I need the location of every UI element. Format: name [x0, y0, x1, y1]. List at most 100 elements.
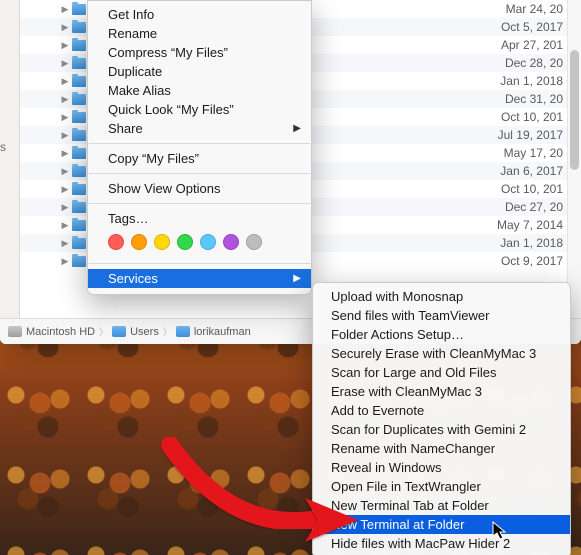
tag-color[interactable]	[131, 234, 147, 250]
folder-icon	[72, 22, 86, 33]
disclosure-arrow-icon[interactable]: ▶	[60, 94, 70, 105]
date-cell: May 17, 20	[504, 146, 563, 160]
services-item[interactable]: Folder Actions Setup…	[313, 325, 570, 344]
date-cell: Oct 9, 2017	[501, 254, 563, 268]
disclosure-arrow-icon[interactable]: ▶	[60, 166, 70, 177]
menu-item-services[interactable]: Services ▶	[88, 269, 311, 288]
services-item[interactable]: Add to Evernote	[313, 401, 570, 420]
disclosure-arrow-icon[interactable]: ▶	[60, 40, 70, 51]
tag-color[interactable]	[108, 234, 124, 250]
date-cell: Dec 31, 20	[505, 92, 563, 106]
date-cell: Apr 27, 201	[501, 38, 563, 52]
path-seg-2[interactable]: Users	[130, 326, 159, 338]
folder-icon	[72, 40, 86, 51]
date-cell: May 7, 2014	[497, 218, 563, 232]
date-cell: Mar 24, 20	[506, 2, 563, 16]
date-cell: Jan 6, 2017	[500, 164, 563, 178]
folder-icon	[72, 184, 86, 195]
context-menu: Get InfoRenameCompress “My Files”Duplica…	[87, 0, 312, 295]
menu-label: Share	[108, 121, 143, 136]
menu-separator	[89, 203, 310, 204]
path-seg-1[interactable]: Macintosh HD	[26, 326, 95, 338]
disclosure-arrow-icon[interactable]: ▶	[60, 202, 70, 213]
folder-icon	[72, 220, 86, 231]
chevron-right-icon: ▶	[293, 123, 301, 134]
menu-label: Services	[108, 271, 158, 286]
services-item[interactable]: Scan for Duplicates with Gemini 2	[313, 420, 570, 439]
services-item[interactable]: Securely Erase with CleanMyMac 3	[313, 344, 570, 363]
services-item[interactable]: Reveal in Windows	[313, 458, 570, 477]
disclosure-arrow-icon[interactable]: ▶	[60, 148, 70, 159]
scrollbar-track[interactable]	[567, 0, 581, 318]
services-item[interactable]: Rename with NameChanger	[313, 439, 570, 458]
folder-icon	[72, 148, 86, 159]
tag-color[interactable]	[223, 234, 239, 250]
menu-label: Copy “My Files”	[108, 151, 199, 166]
disclosure-arrow-icon[interactable]: ▶	[60, 130, 70, 141]
disk-icon	[8, 326, 22, 337]
menu-item[interactable]: Quick Look “My Files”	[88, 100, 311, 119]
menu-item[interactable]: Make Alias	[88, 81, 311, 100]
menu-item[interactable]: Duplicate	[88, 62, 311, 81]
disclosure-arrow-icon[interactable]: ▶	[60, 22, 70, 33]
date-cell: Jan 1, 2018	[500, 74, 563, 88]
home-folder-icon	[176, 326, 190, 337]
chevron-right-icon: 〉	[163, 325, 172, 338]
services-item[interactable]: Erase with CleanMyMac 3	[313, 382, 570, 401]
sidebar-sliver: s	[0, 0, 20, 344]
menu-item-copy[interactable]: Copy “My Files”	[88, 149, 311, 168]
tag-color-row	[88, 228, 311, 258]
menu-separator	[89, 173, 310, 174]
folder-icon	[72, 130, 86, 141]
tag-color[interactable]	[177, 234, 193, 250]
date-cell: Dec 28, 20	[505, 56, 563, 70]
date-cell: Oct 5, 2017	[501, 20, 563, 34]
services-item[interactable]: New Terminal at Folder	[313, 515, 570, 534]
disclosure-arrow-icon[interactable]: ▶	[60, 58, 70, 69]
services-item[interactable]: Scan for Large and Old Files	[313, 363, 570, 382]
menu-item-show-view-options[interactable]: Show View Options	[88, 179, 311, 198]
menu-separator	[89, 143, 310, 144]
folder-icon	[72, 76, 86, 87]
tag-color[interactable]	[246, 234, 262, 250]
folder-icon	[72, 94, 86, 105]
menu-item[interactable]: Get Info	[88, 5, 311, 24]
tag-color[interactable]	[154, 234, 170, 250]
disclosure-arrow-icon[interactable]: ▶	[60, 112, 70, 123]
menu-label: Show View Options	[108, 181, 221, 196]
disclosure-arrow-icon[interactable]: ▶	[60, 4, 70, 15]
disclosure-arrow-icon[interactable]: ▶	[60, 220, 70, 231]
tag-color[interactable]	[200, 234, 216, 250]
disclosure-arrow-icon[interactable]: ▶	[60, 76, 70, 87]
folder-icon	[72, 112, 86, 123]
menu-item[interactable]: Rename	[88, 24, 311, 43]
services-item[interactable]: New Terminal Tab at Folder	[313, 496, 570, 515]
scrollbar-thumb[interactable]	[570, 50, 579, 170]
menu-item-share[interactable]: Share ▶	[88, 119, 311, 138]
disclosure-arrow-icon[interactable]: ▶	[60, 238, 70, 249]
menu-separator	[89, 263, 310, 264]
services-item[interactable]: Hide files with MacPaw Hider 2	[313, 534, 570, 553]
folder-icon	[72, 166, 86, 177]
date-cell: Oct 10, 201	[501, 110, 563, 124]
folder-icon	[112, 326, 126, 337]
services-item[interactable]: Send files with TeamViewer	[313, 306, 570, 325]
disclosure-arrow-icon[interactable]: ▶	[60, 256, 70, 267]
folder-icon	[72, 256, 86, 267]
path-seg-3[interactable]: lorikaufman	[194, 326, 251, 338]
services-item[interactable]: Upload with Monosnap	[313, 287, 570, 306]
services-item[interactable]: Open File in TextWrangler	[313, 477, 570, 496]
folder-icon	[72, 4, 86, 15]
menu-label: Tags…	[108, 211, 148, 226]
folder-icon	[72, 238, 86, 249]
date-cell: Dec 27, 20	[505, 200, 563, 214]
menu-item[interactable]: Compress “My Files”	[88, 43, 311, 62]
menu-item-tags[interactable]: Tags…	[88, 209, 311, 228]
folder-icon	[72, 58, 86, 69]
chevron-right-icon: 〉	[99, 325, 108, 338]
chevron-right-icon: ▶	[293, 273, 301, 284]
services-submenu: Upload with MonosnapSend files with Team…	[312, 282, 571, 555]
date-cell: Jul 19, 2017	[498, 128, 563, 142]
disclosure-arrow-icon[interactable]: ▶	[60, 184, 70, 195]
date-cell: Jan 1, 2018	[500, 236, 563, 250]
